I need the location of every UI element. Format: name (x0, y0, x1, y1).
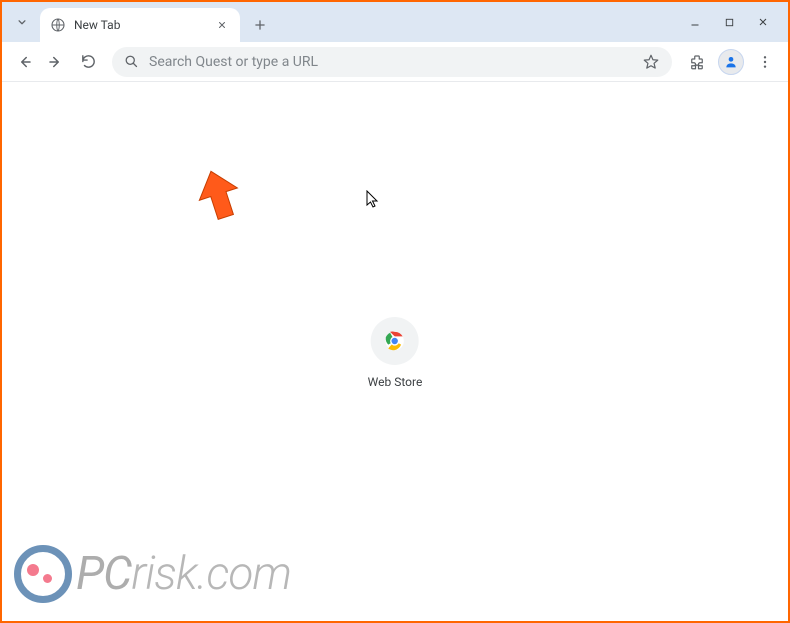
close-icon (217, 20, 227, 30)
extensions-button[interactable] (682, 47, 712, 77)
watermark-logo-icon (14, 545, 72, 603)
reload-icon (80, 53, 97, 70)
star-icon (642, 53, 660, 71)
search-icon (124, 54, 139, 69)
tab-title: New Tab (74, 18, 214, 32)
minimize-button[interactable] (678, 8, 712, 36)
arrow-right-icon (47, 53, 65, 71)
tab-close-button[interactable] (214, 17, 230, 33)
puzzle-icon (688, 53, 706, 71)
menu-button[interactable] (750, 47, 780, 77)
toolbar (2, 42, 788, 82)
profile-button[interactable] (716, 47, 746, 77)
watermark: PCrisk.com (14, 545, 291, 603)
close-window-button[interactable] (746, 8, 780, 36)
shortcut-label: Web Store (368, 375, 423, 389)
back-button[interactable] (10, 48, 38, 76)
reload-button[interactable] (74, 48, 102, 76)
kebab-icon (757, 54, 773, 70)
omnibox[interactable] (112, 47, 672, 77)
avatar (718, 49, 744, 75)
globe-icon (50, 17, 66, 33)
webstore-icon (384, 330, 406, 352)
arrow-left-icon (15, 53, 33, 71)
person-icon (723, 54, 739, 70)
maximize-button[interactable] (712, 8, 746, 36)
shortcut-tile[interactable]: Web Store (368, 317, 423, 389)
forward-button[interactable] (42, 48, 70, 76)
maximize-icon (724, 17, 735, 28)
window-controls (678, 8, 780, 36)
close-icon (757, 16, 769, 28)
bookmark-button[interactable] (642, 53, 660, 71)
new-tab-page: Web Store PCrisk.com (2, 82, 788, 621)
address-input[interactable] (149, 54, 636, 70)
plus-icon (253, 18, 267, 32)
minimize-icon (689, 16, 701, 28)
browser-tab[interactable]: New Tab (40, 8, 240, 42)
cursor-icon (366, 190, 380, 210)
annotation-arrow-icon (195, 168, 245, 224)
chevron-down-icon (15, 15, 29, 29)
titlebar: New Tab (2, 2, 788, 42)
tab-search-dropdown[interactable] (10, 6, 34, 38)
watermark-text: PCrisk.com (76, 547, 291, 601)
shortcut-icon-bg (371, 317, 419, 365)
new-tab-button[interactable] (246, 11, 274, 39)
